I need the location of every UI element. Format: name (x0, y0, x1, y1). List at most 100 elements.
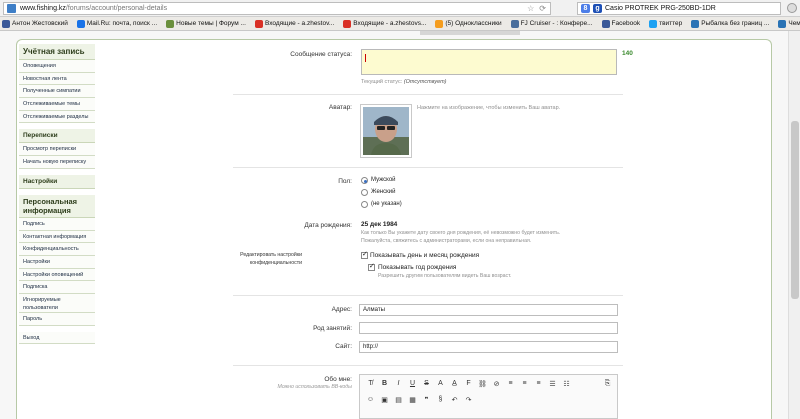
bookmark-item[interactable]: FJ Cruiser - : Конфере... (510, 19, 593, 28)
scrollbar-thumb[interactable] (791, 121, 799, 299)
redo-icon[interactable]: ↷ (464, 396, 473, 404)
media-icon[interactable]: ▤ (394, 396, 403, 404)
bookmark-label: Facebook (611, 20, 641, 27)
sidebar-item-ignored-users[interactable]: Игнорируемые пользователи (19, 293, 95, 313)
bookmark-item[interactable]: Антон Жестовский (2, 19, 68, 28)
gender-radio-male[interactable] (361, 177, 368, 184)
sidebar-item-logout[interactable]: Выход (19, 331, 95, 345)
sidebar-item-likes[interactable]: Полученные симпатии (19, 85, 95, 99)
bold-icon[interactable]: B (380, 380, 389, 388)
undo-icon[interactable]: ↶ (450, 396, 459, 404)
sidebar-conversations-title[interactable]: Переписки (19, 129, 95, 144)
numbered-list-icon[interactable]: ☷ (562, 380, 571, 388)
remove-format-icon[interactable]: T̸ (366, 380, 375, 388)
gender-radio-unspecified[interactable] (361, 201, 368, 208)
sidebar-item-alerts[interactable]: Оповещения (19, 60, 95, 73)
home-icon[interactable] (787, 3, 797, 13)
about-hint: Можно использовать BB-коды (277, 384, 352, 390)
about-editor[interactable]: T̸ B I U S A A̲ F ⛓ ⊘ ≡ ≡ ≡ ☰ ☷ ☺ ▣ ▤ ▦ … (359, 374, 618, 419)
occupation-input[interactable] (359, 322, 618, 334)
link-icon[interactable]: ⛓ (478, 380, 487, 388)
bullet-list-icon[interactable]: ☰ (548, 380, 557, 388)
code-icon[interactable]: ▦ (408, 396, 417, 404)
sidebar-personal-title[interactable]: Персональная информация (19, 194, 95, 218)
show-day-month-label[interactable]: Показывать день и месяц рождения (370, 252, 479, 259)
font-family-icon[interactable]: F (464, 380, 473, 388)
spoiler-icon[interactable]: § (436, 396, 445, 404)
page-scrollbar[interactable] (788, 31, 800, 419)
url-path: /forums/account/personal-details (65, 5, 168, 12)
sidebar-settings-title[interactable]: Настройки (19, 174, 95, 189)
bookmark-item[interactable]: Рыбалка без границ ... (691, 19, 770, 28)
google-icon[interactable]: g (593, 4, 602, 13)
sidebar-item-contact-info[interactable]: Контактная информация (19, 230, 95, 244)
sidebar-item-news-feed[interactable]: Новостная лента (19, 72, 95, 86)
sidebar-account-title[interactable]: Учётная запись (19, 44, 95, 60)
bookmark-item[interactable]: Входящие - a.zhestov... (254, 19, 334, 28)
sidebar-item-preferences[interactable]: Настройки (19, 255, 95, 269)
text-color-icon[interactable]: A (436, 380, 445, 388)
smilie-icon[interactable]: ☺ (366, 396, 375, 404)
sidebar-item-privacy[interactable]: Конфиденциальность (19, 243, 95, 256)
gender-option-male[interactable]: Мужской (371, 177, 396, 183)
align-left-icon[interactable]: ≡ (506, 380, 515, 388)
align-center-icon[interactable]: ≡ (520, 380, 529, 388)
bookmark-favicon-icon (2, 19, 10, 28)
reload-icon[interactable]: ⟳ (539, 4, 546, 13)
bookmark-label: Новые темы | Форум ... (176, 20, 246, 27)
bookmark-item[interactable]: Новые темы | Форум ... (166, 19, 246, 28)
status-textarea[interactable] (361, 49, 617, 75)
bookmark-favicon-icon (601, 19, 610, 28)
sidebar-item-new-conversation[interactable]: Начать новую переписку (19, 156, 95, 169)
sidebar-item-watched-forums[interactable]: Отслеживаемые разделы (19, 110, 95, 124)
bookmark-favicon-icon (510, 19, 519, 28)
bookmark-item[interactable]: твиттер (649, 19, 682, 28)
image-icon[interactable]: ▣ (380, 396, 389, 404)
sidebar-item-subscription[interactable]: Подписка (19, 281, 95, 294)
underline-icon[interactable]: U (408, 380, 417, 388)
address-input[interactable]: Алматы (359, 304, 618, 316)
site-favicon-icon (7, 4, 16, 13)
gender-label: Пол: (338, 178, 352, 185)
align-right-icon[interactable]: ≡ (534, 380, 543, 388)
show-day-month-checkbox[interactable] (361, 250, 368, 259)
italic-icon[interactable]: I (394, 380, 403, 388)
bookmark-item[interactable]: (5) Одноклассники (435, 19, 502, 28)
search-engine-icon[interactable]: 8 (581, 4, 590, 13)
account-sidebar: Учётная запись Оповещения Новостная лент… (19, 44, 95, 345)
show-year-label[interactable]: Показывать год рождения (378, 264, 456, 271)
bookmark-label: Рыбалка без границ ... (701, 20, 770, 27)
bookmark-favicon-icon (435, 19, 444, 28)
bookmark-item[interactable]: Mail.Ru: почта, поиск ... (76, 19, 157, 28)
search-input[interactable]: Casio PROTREK PRG-250BD-1DR (605, 5, 716, 12)
bookmark-favicon-icon (166, 19, 175, 28)
section-divider (233, 167, 623, 168)
bookmark-star-icon[interactable]: ☆ (527, 4, 534, 13)
gender-option-unspecified[interactable]: (не указан) (371, 201, 402, 207)
bookmark-item[interactable]: Входящие - a.zhestovs... (343, 19, 426, 28)
sidebar-item-password[interactable]: Пароль (19, 312, 95, 326)
bookmark-item[interactable]: Чемпионат Казахстан... (778, 19, 800, 28)
toggle-source-icon[interactable]: ⎘ (603, 380, 612, 388)
unlink-icon[interactable]: ⊘ (492, 380, 501, 388)
sidebar-item-alert-preferences[interactable]: Настройки оповещений (19, 268, 95, 282)
privacy-label-line-1: Редактировать настройки (240, 252, 302, 258)
search-bar[interactable]: 8 g Casio PROTREK PRG-250BD-1DR (577, 2, 781, 15)
show-year-checkbox[interactable] (368, 262, 375, 271)
bookmark-favicon-icon (254, 19, 263, 28)
strikethrough-icon[interactable]: S (422, 380, 431, 388)
birthday-label: Дата рождения: (304, 222, 352, 229)
quote-icon[interactable]: ❞ (422, 396, 431, 404)
url-bar[interactable]: www.fishing.kz /forums/account/personal-… (3, 2, 551, 15)
sidebar-item-watched-threads[interactable]: Отслеживаемые темы (19, 98, 95, 111)
sidebar-item-signature[interactable]: Подпись (19, 217, 95, 231)
font-size-icon[interactable]: A̲ (450, 380, 459, 388)
gender-radio-female[interactable] (361, 189, 368, 196)
current-status: Текущий статус: (Отсутствует) (361, 78, 447, 86)
avatar-image[interactable] (360, 104, 412, 158)
website-input[interactable]: http:// (359, 341, 618, 353)
sidebar-item-view-conversations[interactable]: Просмотр переписки (19, 143, 95, 157)
gender-option-female[interactable]: Женский (371, 189, 395, 195)
bookmark-label: (5) Одноклассники (445, 20, 502, 27)
bookmark-item[interactable]: Facebook (601, 19, 641, 28)
